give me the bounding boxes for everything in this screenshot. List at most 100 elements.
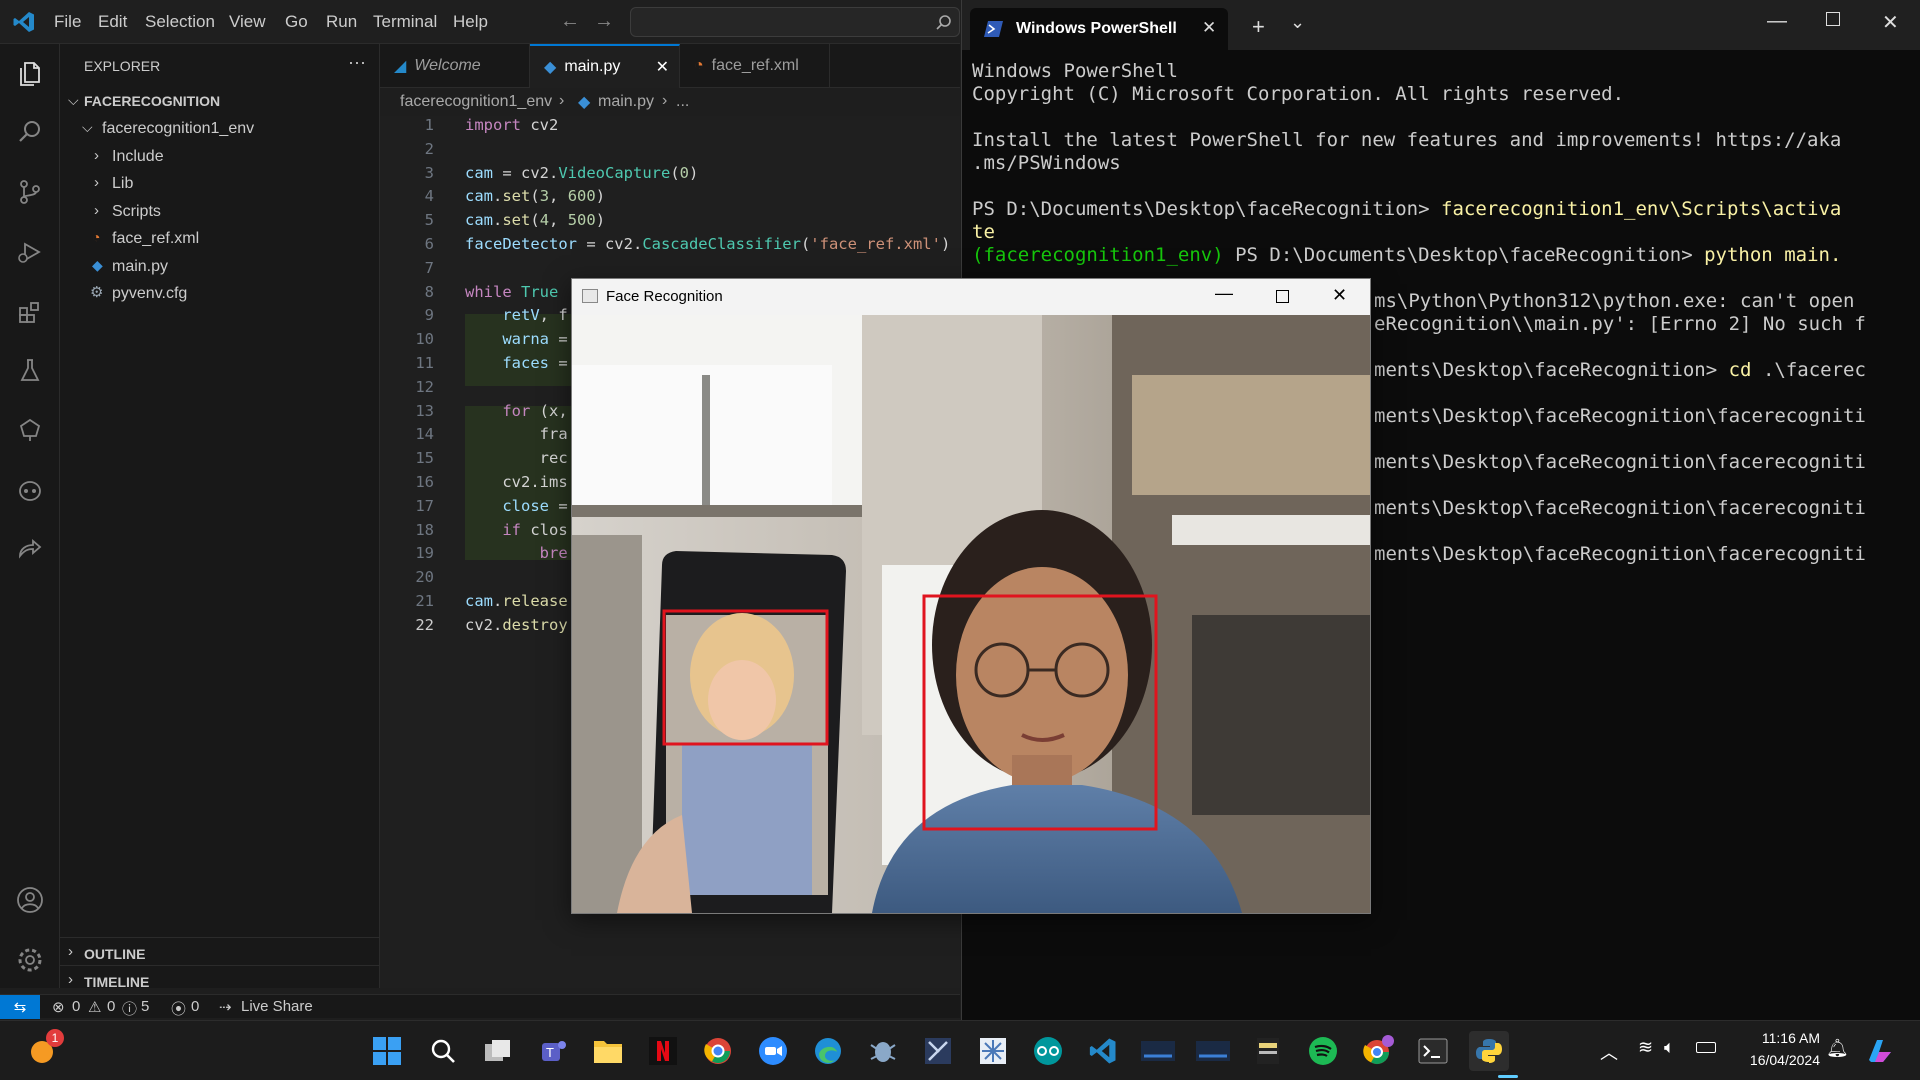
tree-item-env[interactable]: ⌵ facerecognition1_env [60, 118, 380, 142]
remote-indicator-icon[interactable]: ⇆ [0, 995, 40, 1019]
settings-gear-icon[interactable] [10, 940, 50, 980]
tree-item-lib[interactable]: › Lib [60, 173, 380, 197]
start-icon[interactable] [367, 1031, 407, 1071]
app-icon[interactable] [1248, 1031, 1288, 1071]
close-icon[interactable]: ✕ [1882, 10, 1899, 35]
teams-icon[interactable]: T [533, 1031, 573, 1071]
app-icon[interactable] [918, 1031, 958, 1071]
chevron-down-icon[interactable]: ⌄ [1290, 12, 1305, 33]
timeline-section[interactable]: › TIMELINE [60, 970, 380, 994]
copilot-icon[interactable] [10, 470, 50, 510]
menu-go[interactable]: Go [285, 12, 308, 32]
tab-main-py[interactable]: ◆ main.py ✕ [530, 44, 680, 88]
tab-welcome[interactable]: ◢ Welcome [380, 44, 530, 88]
festo-icon[interactable] [1193, 1031, 1233, 1071]
line-number: 16 [415, 473, 434, 491]
menu-help[interactable]: Help [453, 12, 488, 32]
warning-count[interactable]: 0 [107, 998, 115, 1015]
close-icon[interactable]: ✕ [1332, 285, 1347, 306]
zoom-icon[interactable] [753, 1031, 793, 1071]
clock-time[interactable]: 11:16 AM [1740, 1030, 1820, 1046]
remote-explorer-icon[interactable] [10, 410, 50, 450]
terminal-line: ments\Desktop\faceRecognition\facerecogn… [1374, 405, 1866, 427]
forward-arrow-icon[interactable]: → [594, 10, 614, 33]
clock-date[interactable]: 16/04/2024 [1735, 1052, 1820, 1068]
tree-item-label: facerecognition1_env [102, 120, 255, 137]
task-view-icon[interactable] [478, 1031, 518, 1071]
snipping-icon[interactable] [973, 1031, 1013, 1071]
tab-powershell[interactable]: Windows PowerShell ✕ [970, 8, 1228, 50]
menu-terminal[interactable]: Terminal [373, 12, 437, 32]
battery-icon[interactable] [1696, 1042, 1716, 1053]
arduino-icon[interactable] [1028, 1031, 1068, 1071]
menu-file[interactable]: File [54, 12, 81, 32]
python-app-icon[interactable] [1469, 1031, 1509, 1071]
vscode-logo-icon[interactable] [12, 10, 36, 39]
chevron-right-icon: › [94, 147, 99, 164]
vscode-icon[interactable] [1083, 1031, 1123, 1071]
menu-edit[interactable]: Edit [98, 12, 127, 32]
breadcrumb-file[interactable]: main.py [598, 93, 654, 111]
outline-section[interactable]: › OUTLINE [60, 942, 380, 966]
tree-item-pyvenv[interactable]: ⚙ pyvenv.cfg [60, 283, 380, 307]
breadcrumb-folder[interactable]: facerecognition1_env [400, 93, 552, 111]
chrome-profile-icon[interactable] [1358, 1031, 1398, 1071]
line-number: 6 [424, 235, 434, 253]
close-icon[interactable]: ✕ [656, 57, 669, 77]
run-debug-icon[interactable] [10, 232, 50, 272]
live-share-label[interactable]: Live Share [241, 998, 313, 1015]
command-center-search[interactable] [630, 7, 960, 37]
weather-widget-icon[interactable]: 1 [22, 1029, 64, 1071]
new-tab-icon[interactable]: + [1252, 14, 1265, 40]
project-header[interactable]: ⌵ FACERECOGNITION [60, 90, 380, 114]
menu-run[interactable]: Run [326, 12, 357, 32]
terminal-line: ments\Desktop\faceRecognition\facerecogn… [1374, 543, 1866, 565]
back-arrow-icon[interactable]: ← [560, 10, 580, 33]
line-number: 12 [415, 377, 434, 396]
copilot-icon[interactable] [1860, 1031, 1900, 1071]
file-explorer-icon[interactable] [588, 1031, 628, 1071]
window-titlebar[interactable]: Face Recognition — ✕ [572, 279, 1370, 315]
extensions-icon[interactable] [10, 292, 50, 332]
chevron-up-icon[interactable]: ︿ [1600, 1039, 1618, 1065]
minimize-icon[interactable]: — [1767, 10, 1787, 33]
menu-selection[interactable]: Selection [145, 12, 215, 32]
powershell-icon [984, 21, 1003, 37]
live-share-icon[interactable] [10, 530, 50, 570]
search-icon[interactable] [423, 1031, 463, 1071]
spotify-icon[interactable] [1303, 1031, 1343, 1071]
minimize-icon[interactable]: — [1215, 283, 1233, 304]
maximize-icon[interactable] [1826, 12, 1840, 26]
tree-item-include[interactable]: › Include [60, 146, 380, 170]
breadcrumb-symbol[interactable]: ... [676, 93, 689, 111]
bug-app-icon[interactable] [863, 1031, 903, 1071]
tree-item-main-py[interactable]: ◆ main.py [60, 256, 380, 280]
search-icon[interactable] [10, 112, 50, 152]
chevron-right-icon: › [94, 202, 99, 219]
ports-count[interactable]: 0 [191, 998, 199, 1015]
tree-item-face-ref[interactable]: ◔ face_ref.xml [60, 228, 380, 252]
volume-icon[interactable]: 🔈︎ [1664, 1037, 1675, 1058]
accounts-icon[interactable] [10, 880, 50, 920]
error-count[interactable]: 0 [72, 998, 80, 1015]
notification-bell-icon[interactable]: 🔔︎ [1826, 1038, 1849, 1059]
chrome-icon[interactable] [698, 1031, 738, 1071]
edge-icon[interactable] [808, 1031, 848, 1071]
netflix-icon[interactable] [643, 1031, 683, 1071]
wifi-icon[interactable]: ≋ [1638, 1037, 1653, 1058]
terminal-line: .ms/PSWindows [972, 152, 1121, 174]
code-line: cam.set(4, 500) [465, 211, 606, 230]
explorer-icon[interactable] [10, 54, 50, 94]
source-control-icon[interactable] [10, 172, 50, 212]
menu-view[interactable]: View [229, 12, 266, 32]
festo-icon[interactable] [1138, 1031, 1178, 1071]
more-actions-icon[interactable]: ··· [348, 52, 366, 73]
info-count[interactable]: 5 [141, 998, 149, 1015]
testing-icon[interactable] [10, 350, 50, 390]
chevron-right-icon: › [94, 174, 99, 191]
maximize-icon[interactable] [1276, 290, 1289, 303]
tab-face-ref[interactable]: ◔ face_ref.xml [680, 44, 830, 88]
tree-item-scripts[interactable]: › Scripts [60, 201, 380, 225]
terminal-icon[interactable] [1413, 1031, 1453, 1071]
close-icon[interactable]: ✕ [1202, 18, 1216, 38]
